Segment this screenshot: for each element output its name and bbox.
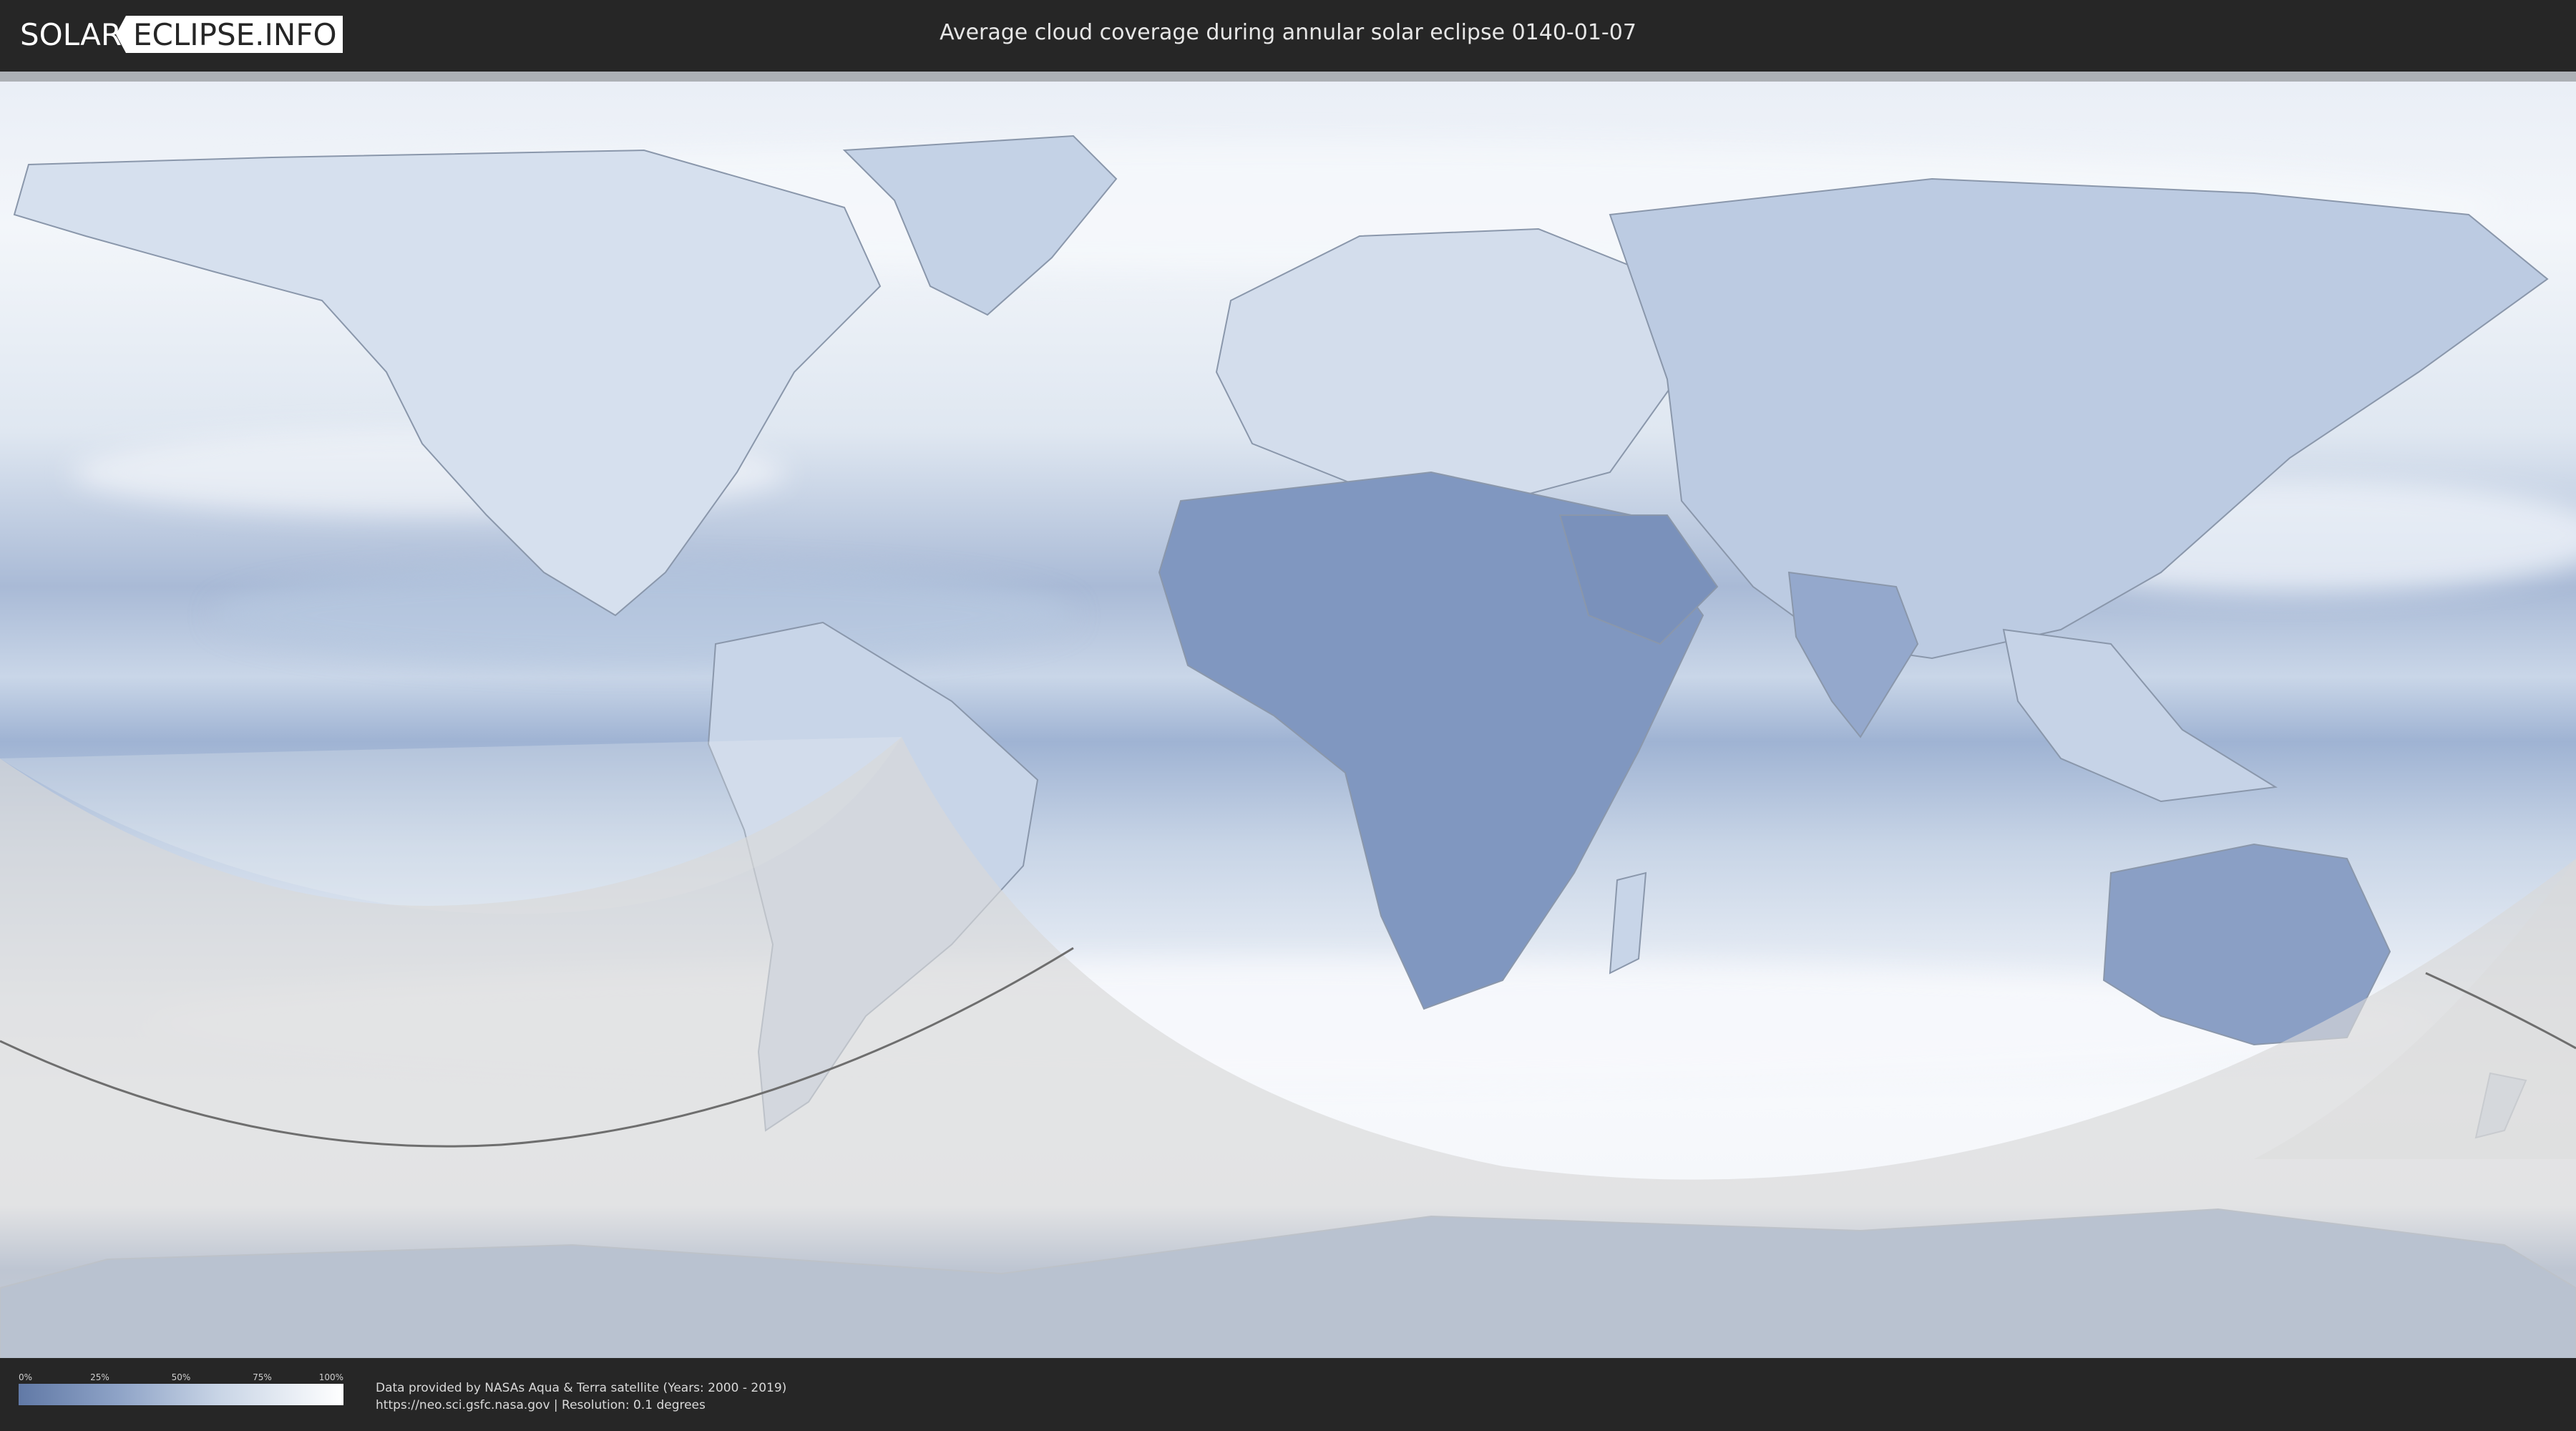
header-bar: SOLAR ECLIPSE.INFO Average cloud coverag… <box>0 0 2576 72</box>
legend-tick-25: 25% <box>90 1372 109 1382</box>
footer-bar: 0% 25% 50% 75% 100% Data provided by NAS… <box>0 1358 2576 1431</box>
cloud-legend: 0% 25% 50% 75% 100% <box>19 1372 343 1405</box>
page-title: Average cloud coverage during annular so… <box>940 20 1636 45</box>
data-credits: Data provided by NASAs Aqua & Terra sate… <box>376 1379 786 1414</box>
credits-line-1: Data provided by NASAs Aqua & Terra sate… <box>376 1381 787 1395</box>
map-top-edge <box>0 72 2576 82</box>
world-map-svg <box>0 72 2576 1359</box>
legend-color-bar <box>19 1384 343 1405</box>
legend-tick-0: 0% <box>19 1372 33 1382</box>
cloud-coverage-map <box>0 72 2576 1359</box>
credits-line-2: https://neo.sci.gsfc.nasa.gov | Resoluti… <box>376 1398 706 1412</box>
legend-ticks: 0% 25% 50% 75% 100% <box>19 1372 343 1384</box>
legend-tick-50: 50% <box>171 1372 191 1382</box>
legend-tick-100: 100% <box>318 1372 343 1382</box>
legend-tick-75: 75% <box>253 1372 272 1382</box>
